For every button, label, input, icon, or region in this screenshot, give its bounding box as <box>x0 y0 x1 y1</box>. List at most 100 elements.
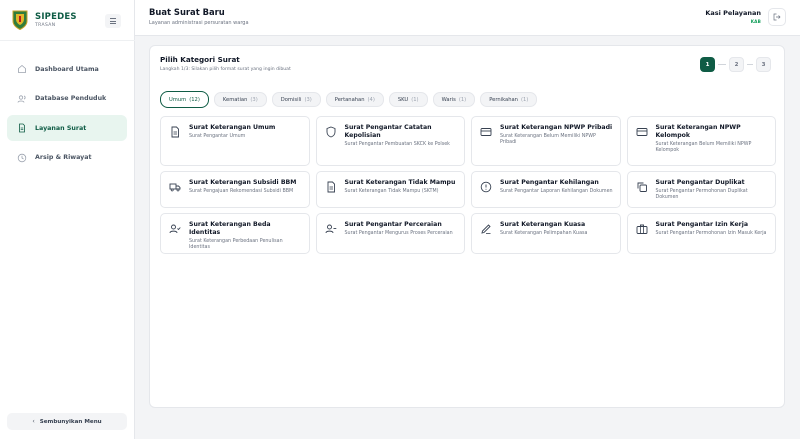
card-icon <box>480 128 492 136</box>
logout-button[interactable] <box>768 8 786 26</box>
template-title: Surat Keterangan NPWP Pribadi <box>500 124 613 131</box>
sidebar-item-label: Dashboard Utama <box>35 65 99 73</box>
document-icon <box>171 126 179 138</box>
template-title: Surat Keterangan Tidak Mampu <box>344 179 456 186</box>
template-title: Surat Keterangan Beda Identitas <box>189 221 271 236</box>
filter-label: Pernikahan <box>489 96 518 103</box>
filter-count: (4) <box>367 96 375 103</box>
filter-count: (1) <box>411 96 419 103</box>
sidebar-item-dashboard[interactable]: Dashboard Utama <box>7 56 127 82</box>
template-card[interactable]: Surat Pengantar Catatan Kepolisian Surat… <box>315 116 465 166</box>
category-filters: Umum (12) Kematian (3) Domisili (3) Pert… <box>160 91 542 108</box>
filter-count: (12) <box>189 96 200 103</box>
template-card[interactable]: Surat Keterangan NPWP Pribadi Surat Kete… <box>471 116 621 166</box>
sidebar-item-layanan-surat[interactable]: Layanan Surat <box>7 115 127 142</box>
hide-menu-button[interactable]: ‹ Sembunyikan Menu <box>7 413 127 430</box>
step-3: 3 <box>756 57 771 72</box>
template-title: Surat Keterangan Kuasa <box>500 221 586 228</box>
template-card[interactable]: Surat Pengantar Perceraian Surat Pengant… <box>315 213 465 254</box>
sidebar-item-label: Arsip & Riwayat <box>35 154 92 162</box>
page-title: Buat Surat Baru <box>149 7 225 17</box>
document-icon <box>19 123 25 133</box>
template-desc: Surat Pengantar Mengurus Proses Percerai… <box>344 231 453 236</box>
shield-icon <box>326 126 335 138</box>
template-desc: Surat Keterangan Belum Memiliki NPWP Kel… <box>655 142 752 154</box>
filter-count: (1) <box>520 96 529 103</box>
card-subtitle: Langkah 1/3: Silakan pilih format surat … <box>160 67 291 72</box>
template-desc: Surat Keterangan Belum Memiliki NPWP Pri… <box>500 134 596 146</box>
hide-menu-label: Sembunyikan Menu <box>39 418 102 425</box>
filter-sku[interactable]: SKU (1) <box>388 92 428 107</box>
filter-domisili[interactable]: Domisili (3) <box>271 92 321 107</box>
template-desc: Surat Keterangan Tidak Mampu (SKTM) <box>344 189 439 194</box>
user-name: Kasi Pelayanan <box>705 9 761 17</box>
template-desc: Surat Pengantar Umum <box>189 134 246 139</box>
sidebar-nav: Dashboard Utama Database Penduduk Layana… <box>7 56 127 174</box>
sidebar-item-label: Database Penduduk <box>35 95 107 103</box>
sidebar-item-arsip[interactable]: Arsip & Riwayat <box>7 145 127 171</box>
template-grid: Surat Keterangan Umum Surat Pengantar Um… <box>160 116 776 254</box>
step-connector <box>718 64 726 65</box>
sidebar: SIPEDES TRASAN Dashboard Utama Database … <box>0 0 135 439</box>
pen-icon <box>481 224 491 234</box>
filter-waris[interactable]: Waris (1) <box>432 92 476 107</box>
template-card[interactable]: Surat Keterangan Umum Surat Pengantar Um… <box>160 116 310 166</box>
filter-pernikahan[interactable]: Pernikahan (1) <box>480 92 538 107</box>
filter-label: SKU <box>397 96 409 103</box>
template-card[interactable]: Surat Pengantar Kehilangan Surat Pengant… <box>471 171 621 208</box>
filter-label: Waris <box>441 96 456 103</box>
template-desc: Surat Keterangan Pelimpahan Kuasa <box>500 231 588 236</box>
top-header: Buat Surat Baru Layanan administrasi per… <box>135 0 800 36</box>
filter-kematian[interactable]: Kematian (3) <box>213 92 267 107</box>
sidebar-item-label: Layanan Surat <box>35 124 87 132</box>
template-card[interactable]: Surat Pengantar Izin Kerja Surat Pengant… <box>626 213 776 254</box>
template-title: Surat Pengantar Catatan Kepolisian <box>344 124 432 139</box>
template-desc: Surat Keterangan Perbedaan Penulisan Ide… <box>189 239 283 251</box>
step-connector <box>747 64 753 65</box>
village-emblem-icon <box>12 10 28 30</box>
filter-label: Domisili <box>280 96 302 103</box>
step-2: 2 <box>729 57 744 72</box>
filter-label: Umum <box>169 96 187 103</box>
template-desc: Surat Pengantar Permohonan Izin Masuk Ke… <box>655 231 767 236</box>
filter-umum[interactable]: Umum (12) <box>160 91 209 108</box>
template-card[interactable]: Surat Keterangan Tidak Mampu Surat Keter… <box>315 171 465 208</box>
chevron-left-icon: ‹ <box>32 418 35 425</box>
menu-toggle-button[interactable] <box>105 14 121 28</box>
step-indicator: 1 2 3 <box>700 57 771 72</box>
template-card[interactable]: Surat Pengantar Duplikat Surat Pengantar… <box>626 171 776 208</box>
template-card[interactable]: Surat Keterangan NPWP Kelompok Surat Ket… <box>626 116 776 166</box>
template-desc: Surat Pengantar Laporan Kehilangan Dokum… <box>500 189 613 194</box>
template-card[interactable]: Surat Keterangan Subsidi BBM Surat Penga… <box>160 171 310 208</box>
template-title: Surat Pengantar Kehilangan <box>500 179 599 186</box>
filter-label: Kematian <box>222 96 248 103</box>
template-desc: Surat Pengantar Pembuatan SKCK ke Polsek <box>344 142 450 147</box>
home-icon <box>18 64 26 73</box>
template-title: Surat Pengantar Perceraian <box>344 221 442 228</box>
template-desc: Surat Pengajuan Rekomendasi Subsidi BBM <box>189 189 294 194</box>
alert-circle-icon <box>480 181 492 193</box>
copy-icon <box>637 182 647 192</box>
users-icon <box>17 94 26 103</box>
user-check-icon <box>169 224 181 234</box>
template-desc: Surat Pengantar Permohonan Duplikat Doku… <box>655 189 748 201</box>
user-role-badge: KAB <box>750 19 761 24</box>
app-subtitle: TRASAN <box>35 23 56 28</box>
briefcase-icon <box>636 224 647 234</box>
clock-icon <box>17 153 27 162</box>
document-icon <box>327 181 335 193</box>
logout-icon <box>773 13 781 21</box>
sidebar-item-database[interactable]: Database Penduduk <box>7 86 127 112</box>
brand: SIPEDES TRASAN <box>12 10 77 30</box>
truck-icon <box>169 183 181 192</box>
template-card[interactable]: Surat Keterangan Beda Identitas Surat Ke… <box>160 213 310 254</box>
card-title: Pilih Kategori Surat <box>160 55 240 64</box>
template-title: Surat Keterangan Umum <box>189 124 276 131</box>
filter-pertanahan[interactable]: Pertanahan (4) <box>325 92 384 107</box>
step-1: 1 <box>700 57 715 72</box>
template-title: Surat Pengantar Izin Kerja <box>655 221 749 228</box>
filter-count: (3) <box>250 96 258 103</box>
hamburger-icon <box>110 18 116 19</box>
filter-count: (1) <box>458 96 467 103</box>
template-card[interactable]: Surat Keterangan Kuasa Surat Keterangan … <box>471 213 621 254</box>
